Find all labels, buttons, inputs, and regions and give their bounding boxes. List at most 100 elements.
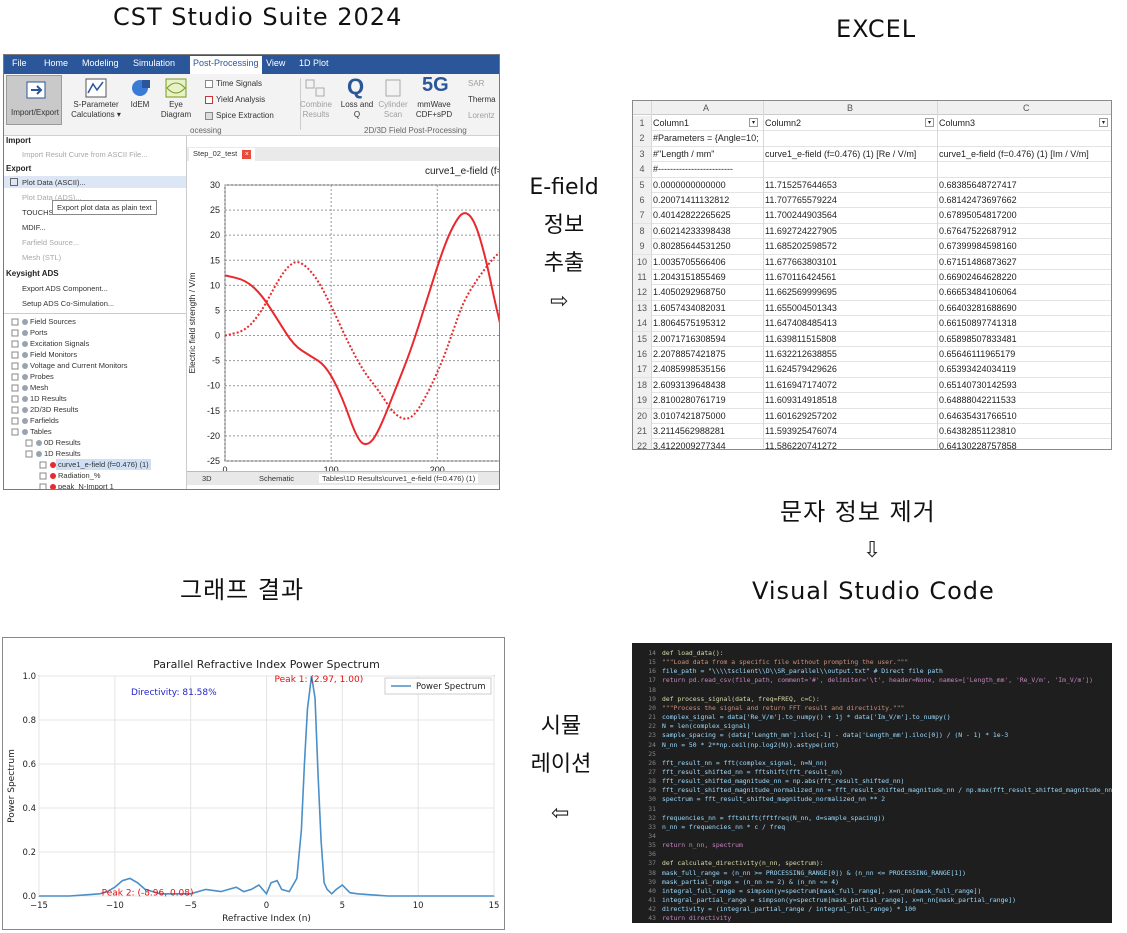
- excel-cell[interactable]: 2.6093139648438: [653, 380, 726, 390]
- excel-cell[interactable]: 11.632212638855: [765, 349, 837, 359]
- excel-cell[interactable]: 0.68385648727417: [939, 180, 1017, 190]
- code-text[interactable]: n_nn = frequencies_nn * c / freq: [662, 823, 785, 831]
- code-text[interactable]: frequencies_nn = fftshift(fftfreq(N_nn, …: [662, 814, 885, 822]
- excel-cell[interactable]: 0.40142822265625: [653, 210, 731, 220]
- tab-schematic[interactable]: Schematic: [259, 474, 294, 483]
- excel-cell[interactable]: 0.65393424034119: [939, 364, 1016, 374]
- menu-export-ads-component[interactable]: Export ADS Component...: [22, 284, 108, 293]
- time-signals-button[interactable]: Time Signals: [216, 79, 262, 89]
- menu-export-mdif[interactable]: MDIF...: [22, 223, 46, 232]
- menu-setup-ads-cosim[interactable]: Setup ADS Co-Simulation...: [22, 299, 114, 308]
- close-icon[interactable]: ×: [242, 150, 252, 159]
- excel-cell[interactable]: 0.80285644531250: [653, 241, 731, 251]
- excel-cell[interactable]: 11.662569999695: [765, 287, 837, 297]
- excel-cell[interactable]: 2.0071716308594: [653, 334, 726, 344]
- excel-cell[interactable]: 11.692724227905: [765, 226, 837, 236]
- excel-cell[interactable]: 11.616947174072: [765, 380, 837, 390]
- excel-cell[interactable]: curve1_e-field (f=0.476) (1) [Re / V/m]: [765, 149, 916, 159]
- import-export-button[interactable]: Import/Export: [6, 75, 62, 125]
- yield-analysis-button[interactable]: Yield Analysis: [216, 95, 265, 105]
- lorentz-button[interactable]: Lorentz: [468, 111, 495, 121]
- code-text[interactable]: """Load data from a specific file withou…: [662, 658, 908, 666]
- menu-1d-plot[interactable]: 1D Plot: [299, 58, 329, 68]
- code-text[interactable]: fft_result_shifted_magnitude_normalized_…: [662, 786, 1112, 794]
- code-text[interactable]: """Process the signal and return FFT res…: [662, 704, 904, 712]
- excel-cell[interactable]: 0.64888042211533: [939, 395, 1016, 405]
- menu-import-ascii[interactable]: Import Result Curve from ASCII File...: [22, 150, 147, 159]
- menu-simulation[interactable]: Simulation: [133, 58, 175, 68]
- code-text[interactable]: integral_partial_range = simpson(y=spect…: [662, 896, 1016, 904]
- excel-cell[interactable]: 0.66902464628220: [939, 272, 1017, 282]
- code-text[interactable]: N_nn = 50 * 2**np.ceil(np.log2(N)).astyp…: [662, 741, 839, 749]
- excel-cell[interactable]: #"Length / mm": [653, 149, 714, 159]
- excel-cell[interactable]: 11.647408485413: [765, 318, 837, 328]
- menu-view[interactable]: View: [266, 58, 285, 68]
- excel-cell[interactable]: 2.8100280761719: [653, 395, 726, 405]
- tab-table-result[interactable]: Tables\1D Results\curve1_e-field (f=0.47…: [319, 474, 479, 483]
- sar-button[interactable]: SAR: [468, 79, 484, 89]
- menu-export-farfield[interactable]: Farfield Source...: [22, 238, 79, 247]
- code-text[interactable]: integral_full_range = simpson(y=spectrum…: [662, 887, 981, 895]
- thermal-button[interactable]: Therma: [468, 95, 496, 105]
- excel-cell[interactable]: 1.8064575195312: [653, 318, 726, 328]
- menu-export-plot-ascii[interactable]: Plot Data (ASCII)...: [22, 178, 86, 187]
- excel-cell[interactable]: 2.4085998535156: [653, 364, 726, 374]
- excel-cell[interactable]: 11.639811515808: [765, 334, 836, 344]
- excel-cell[interactable]: 0.67399984598160: [939, 241, 1017, 251]
- excel-cell[interactable]: #Parameters = {Angle=10;: [653, 133, 759, 143]
- menu-post-processing[interactable]: Post-Processing: [190, 56, 262, 74]
- excel-cell[interactable]: 0.67647522687912: [939, 226, 1017, 236]
- excel-cell[interactable]: 11.624579429626: [765, 364, 837, 374]
- code-text[interactable]: return directivity: [662, 914, 731, 922]
- code-text[interactable]: def process_signal(data, freq=FREQ, c=C)…: [662, 695, 820, 703]
- excel-cell[interactable]: 1.2043151855469: [653, 272, 726, 282]
- excel-cell[interactable]: 2.2078857421875: [653, 349, 726, 359]
- excel-cell[interactable]: 11.601629257202: [765, 411, 837, 421]
- menu-modeling[interactable]: Modeling: [82, 58, 119, 68]
- code-text[interactable]: file_path = "\\\\tsclient\\D\\SR_paralle…: [662, 667, 943, 675]
- excel-cell[interactable]: 0.64130228757858: [939, 441, 1017, 449]
- code-text[interactable]: N = len(complex_signal): [662, 722, 751, 730]
- excel-cell[interactable]: 0.65140730142593: [939, 380, 1017, 390]
- excel-cell[interactable]: 0.65898507833481: [939, 334, 1017, 344]
- loss-q-button[interactable]: Loss and Q: [338, 100, 376, 120]
- code-text[interactable]: return n_nn, spectrum: [662, 841, 743, 849]
- excel-cell[interactable]: 1.6057434082031: [653, 303, 726, 313]
- excel-cell[interactable]: 0.67895054817200: [939, 210, 1017, 220]
- idem-button[interactable]: IdEM: [124, 100, 156, 110]
- excel-cell[interactable]: 1.0035705566406: [653, 257, 726, 267]
- code-text[interactable]: mask_partial_range = (n_nn >= 2) & (n_nn…: [662, 878, 839, 886]
- excel-cell[interactable]: 1.4050292968750: [653, 287, 726, 297]
- excel-cell[interactable]: 0.66653484106064: [939, 287, 1017, 297]
- code-text[interactable]: sample_spacing = (data['Length_mm'].iloc…: [662, 731, 1008, 739]
- excel-cell[interactable]: 11.715257644653: [765, 180, 837, 190]
- cylinder-scan-button[interactable]: Cylinder Scan: [374, 100, 412, 120]
- excel-header-cell[interactable]: Column2: [765, 118, 801, 128]
- filter-dropdown-icon[interactable]: ▾: [925, 118, 934, 127]
- excel-cell[interactable]: 0.66150897741318: [939, 318, 1017, 328]
- excel-header-cell[interactable]: Column3: [939, 118, 975, 128]
- excel-header-cell[interactable]: Column1: [653, 118, 689, 128]
- tab-3d[interactable]: 3D: [202, 474, 212, 483]
- excel-cell[interactable]: 11.609314918518: [765, 395, 837, 405]
- tree-item[interactable]: peak_N-Import 1: [58, 482, 114, 489]
- code-text[interactable]: def calculate_directivity(n_nn, spectrum…: [662, 859, 824, 867]
- code-text[interactable]: fft_result_nn = fft(complex_signal, n=N_…: [662, 759, 827, 767]
- excel-cell[interactable]: 11.593925476074: [765, 426, 837, 436]
- tab-step02[interactable]: Step_02_test ×: [189, 148, 256, 161]
- filter-dropdown-icon[interactable]: ▾: [1099, 118, 1108, 127]
- sparameter-button[interactable]: S-Parameter Calculations ▾: [66, 100, 126, 120]
- tree-item[interactable]: Radiation_%: [58, 471, 101, 480]
- excel-cell[interactable]: 11.700244903564: [765, 210, 837, 220]
- excel-cell[interactable]: 0.66403281688690: [939, 303, 1017, 313]
- filter-dropdown-icon[interactable]: ▾: [749, 118, 758, 127]
- code-text[interactable]: complex_signal = data['Re_V/m'].to_numpy…: [662, 713, 951, 721]
- excel-cell[interactable]: 11.670116424561: [765, 272, 836, 282]
- code-text[interactable]: directivity = (integral_partial_range / …: [662, 905, 916, 913]
- menu-file[interactable]: File: [12, 58, 27, 68]
- mmwave-button[interactable]: mmWave CDF+sPD: [412, 100, 456, 120]
- excel-cell[interactable]: 11.677663803101: [765, 257, 837, 267]
- excel-cell[interactable]: 11.685202598572: [765, 241, 837, 251]
- excel-cell[interactable]: 0.68142473697662: [939, 195, 1017, 205]
- code-text[interactable]: def load_data():: [662, 649, 724, 657]
